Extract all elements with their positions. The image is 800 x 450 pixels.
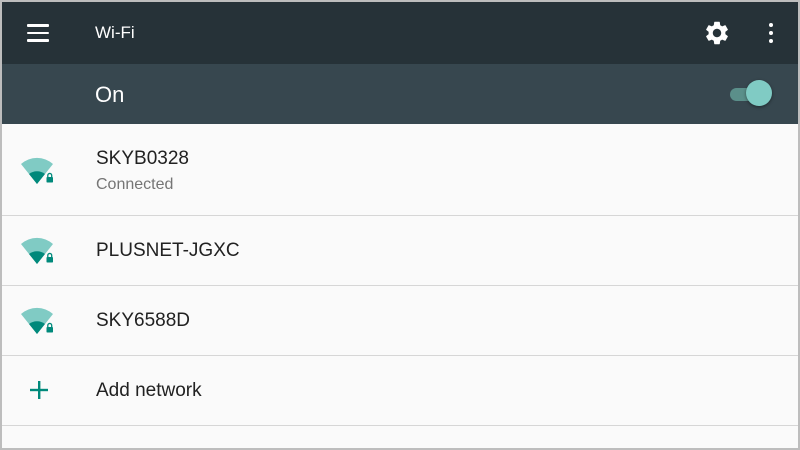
add-icon [30,381,48,399]
network-ssid: SKY6588D [96,310,191,331]
network-ssid: PLUSNET-JGXC [96,240,240,261]
page-title: Wi-Fi [95,23,135,42]
switch-state-label: On [95,82,125,107]
app-toolbar: Wi-Fi [2,2,798,64]
add-network-item[interactable]: Add network [2,356,798,426]
network-list: SKYB0328 Connected PLUSNET-JGXC SKY6588D [2,124,798,426]
toggle-thumb [746,80,772,106]
menu-icon[interactable] [18,15,58,51]
network-item-plusnet-jgxc[interactable]: PLUSNET-JGXC [2,216,798,286]
network-ssid: SKYB0328 [96,148,189,169]
network-item-sky6588d[interactable]: SKY6588D [2,286,798,356]
network-item-skyb0328[interactable]: SKYB0328 Connected [2,124,798,216]
wifi-toggle[interactable] [728,80,774,108]
network-status: Connected [96,176,174,193]
gear-icon[interactable] [700,16,734,50]
add-network-label: Add network [96,380,202,401]
wifi-secured-icon [21,157,53,184]
wifi-settings-screen: Wi-Fi On SKYB0328 Connected PLUSNET-JGXC… [0,0,800,450]
wifi-secured-icon [21,307,53,334]
wifi-master-switch-bar[interactable]: On [2,64,798,124]
more-vert-icon[interactable] [756,16,786,50]
wifi-secured-icon [21,237,53,264]
